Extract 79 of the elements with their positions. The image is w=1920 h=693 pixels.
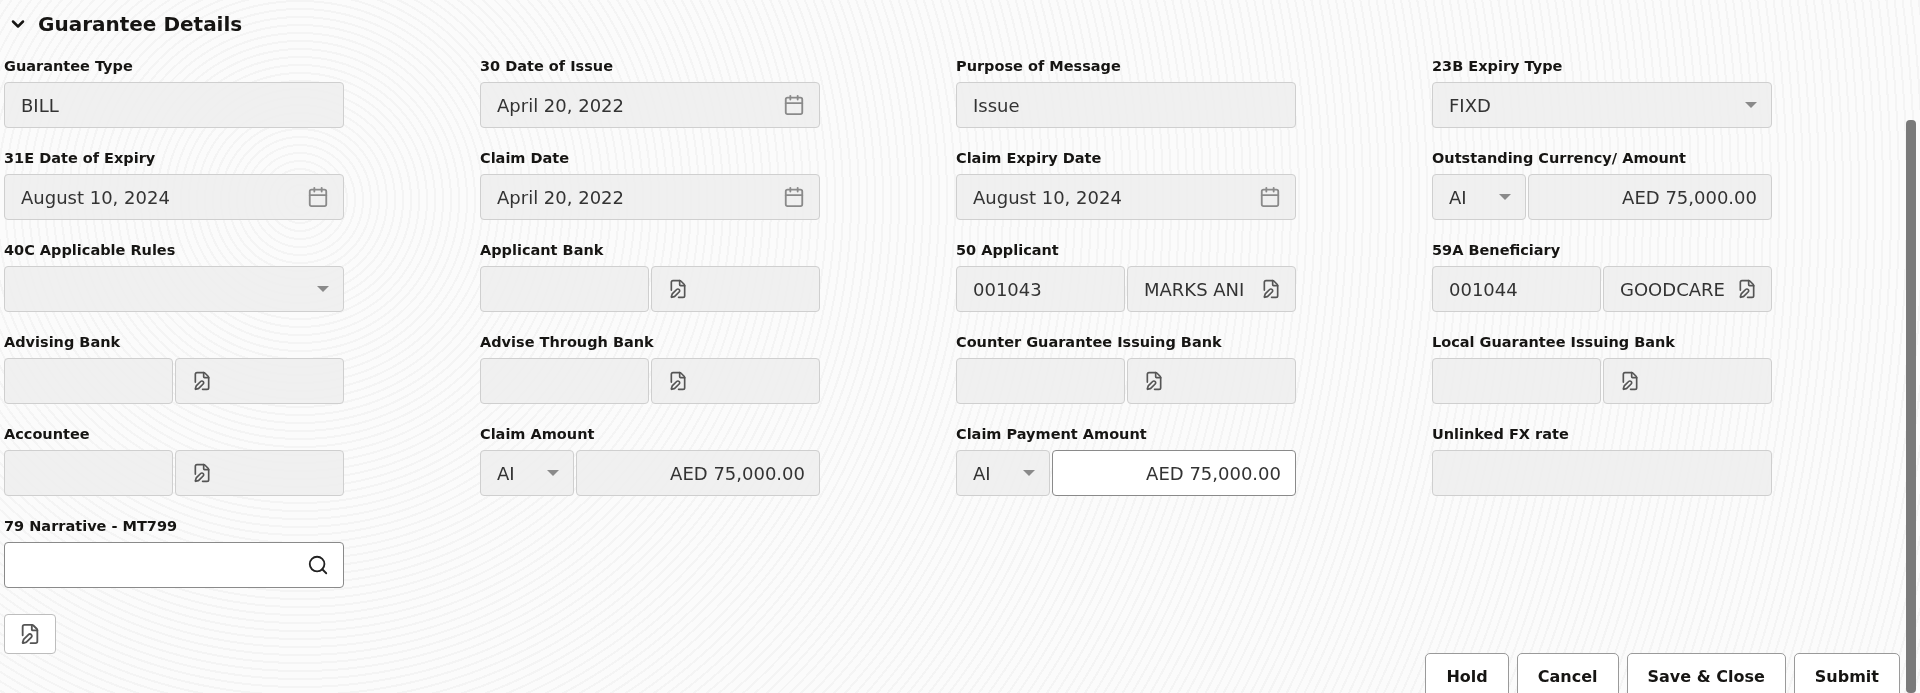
text-field[interactable]: BILL <box>4 82 344 128</box>
caret-icon <box>547 470 559 476</box>
date-field[interactable]: August 10, 2024 <box>4 174 344 220</box>
caret-icon <box>317 286 329 292</box>
code-field[interactable] <box>480 358 649 404</box>
code-field[interactable] <box>4 358 173 404</box>
caret-icon <box>1745 102 1757 108</box>
field-label: Local Guarantee Issuing Bank <box>1432 334 1677 352</box>
field-label: 79 Narrative - MT799 <box>4 518 179 536</box>
amount-field[interactable]: AED 75,000.00 <box>576 450 820 496</box>
text-field[interactable] <box>1432 450 1772 496</box>
field-label: 23B Expiry Type <box>1432 58 1564 76</box>
field-label: Purpose of Message <box>956 58 1122 76</box>
search-icon <box>307 554 329 576</box>
name-field[interactable]: MARKS ANI <box>1127 266 1296 312</box>
field-label: 40C Applicable Rules <box>4 242 177 260</box>
lookup-icon <box>192 463 212 483</box>
document-edit-button[interactable] <box>4 614 56 654</box>
field-label: Claim Payment Amount <box>956 426 1148 444</box>
code-field[interactable] <box>4 450 173 496</box>
code-field[interactable]: 001043 <box>956 266 1125 312</box>
name-field[interactable] <box>1603 358 1772 404</box>
lookup-icon <box>1737 279 1757 299</box>
dropdown-field[interactable] <box>4 266 344 312</box>
field-label: 59A Beneficiary <box>1432 242 1562 260</box>
lookup-icon <box>192 371 212 391</box>
field-label: Claim Expiry Date <box>956 150 1103 168</box>
action-button[interactable]: Submit <box>1793 653 1900 693</box>
code-field[interactable]: 001044 <box>1432 266 1601 312</box>
currency-dropdown[interactable]: AI <box>480 450 574 496</box>
calendar-icon <box>1259 186 1281 208</box>
field-label: 50 Applicant <box>956 242 1060 260</box>
caret-icon <box>1499 194 1511 200</box>
field-label: Guarantee Type <box>4 58 134 76</box>
calendar-icon <box>307 186 329 208</box>
dropdown-field[interactable]: FIXD <box>1432 82 1772 128</box>
name-field[interactable]: GOODCARE <box>1603 266 1772 312</box>
lookup-icon <box>668 371 688 391</box>
field-label: Claim Date <box>480 150 571 168</box>
name-field[interactable] <box>651 266 820 312</box>
section-title: Guarantee Details <box>38 12 243 36</box>
date-field[interactable]: August 10, 2024 <box>956 174 1296 220</box>
action-button[interactable]: Hold <box>1425 653 1509 693</box>
field-label: Advise Through Bank <box>480 334 655 352</box>
name-field[interactable] <box>175 358 344 404</box>
action-button[interactable]: Cancel <box>1516 653 1619 693</box>
amount-field[interactable]: AED 75,000.00 <box>1052 450 1296 496</box>
lookup-icon <box>1620 371 1640 391</box>
amount-field[interactable]: AED 75,000.00 <box>1528 174 1772 220</box>
name-field[interactable] <box>1127 358 1296 404</box>
date-field[interactable]: April 20, 2022 <box>480 82 820 128</box>
field-label: 31E Date of Expiry <box>4 150 157 168</box>
scrollbar[interactable] <box>1906 120 1916 693</box>
currency-dropdown[interactable]: AI <box>956 450 1050 496</box>
name-field[interactable] <box>651 358 820 404</box>
currency-dropdown[interactable]: AI <box>1432 174 1526 220</box>
field-label: Claim Amount <box>480 426 596 444</box>
lookup-icon <box>1261 279 1281 299</box>
field-label: Counter Guarantee Issuing Bank <box>956 334 1223 352</box>
document-edit-icon <box>19 623 41 645</box>
text-field[interactable]: Issue <box>956 82 1296 128</box>
code-field[interactable] <box>480 266 649 312</box>
code-field[interactable] <box>956 358 1125 404</box>
calendar-icon <box>783 186 805 208</box>
lookup-icon <box>668 279 688 299</box>
field-label: Accountee <box>4 426 91 444</box>
name-field[interactable] <box>175 450 344 496</box>
search-field[interactable] <box>4 542 344 588</box>
caret-icon <box>1023 470 1035 476</box>
field-label: 30 Date of Issue <box>480 58 614 76</box>
field-label: Outstanding Currency/ Amount <box>1432 150 1688 168</box>
lookup-icon <box>1144 371 1164 391</box>
action-button[interactable]: Save & Close <box>1626 653 1786 693</box>
field-label: Applicant Bank <box>480 242 605 260</box>
field-label: Advising Bank <box>4 334 122 352</box>
calendar-icon <box>783 94 805 116</box>
field-label: Unlinked FX rate <box>1432 426 1570 444</box>
date-field[interactable]: April 20, 2022 <box>480 174 820 220</box>
code-field[interactable] <box>1432 358 1601 404</box>
